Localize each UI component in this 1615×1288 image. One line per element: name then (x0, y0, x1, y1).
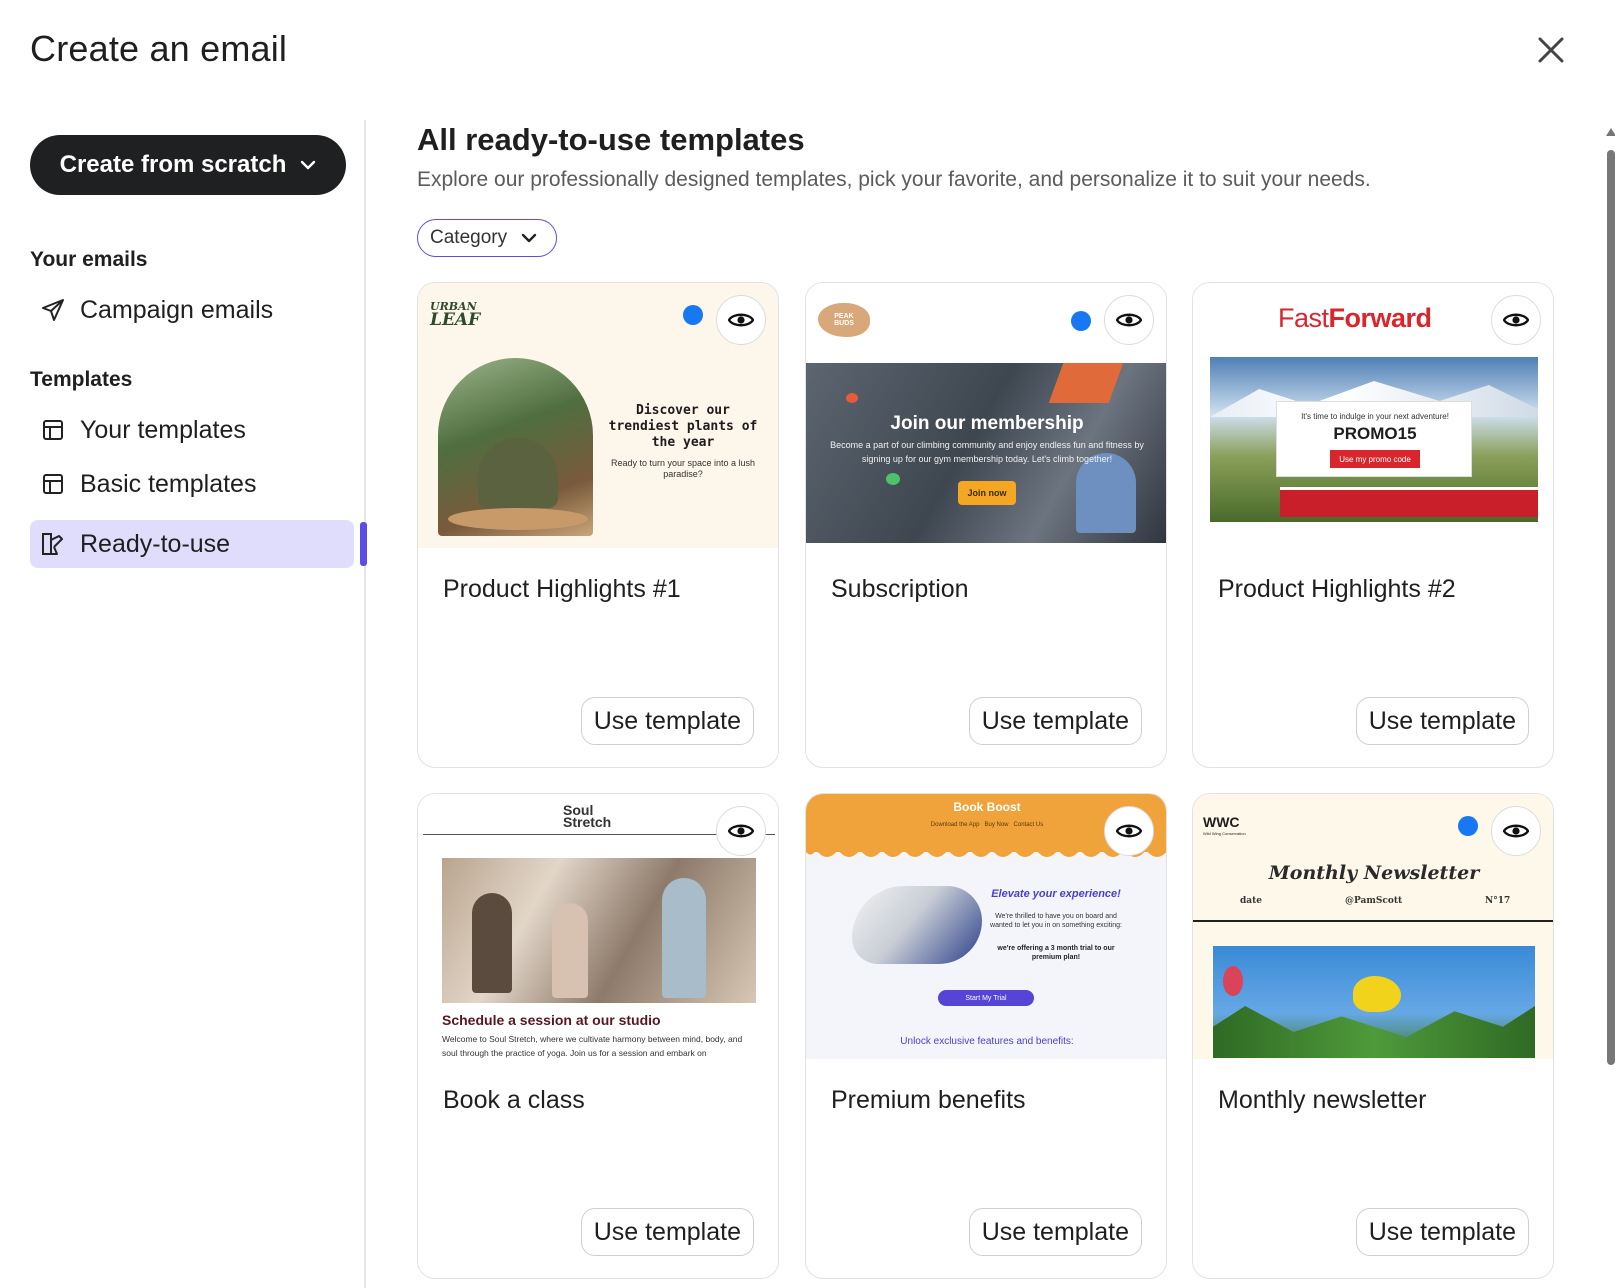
preview-button[interactable] (716, 295, 766, 345)
card-title: Premium benefits (831, 1086, 1026, 1114)
card-title: Book a class (443, 1086, 585, 1114)
page-subtitle: Explore our professionally designed temp… (417, 168, 1371, 191)
preview-handle: @PamScott (1345, 896, 1403, 906)
card-title: Product Highlights #1 (443, 575, 681, 603)
use-template-button[interactable]: Use template (1355, 1208, 1529, 1256)
template-card[interactable]: URBAN LEAF Discover our trendiest plants… (417, 282, 779, 768)
layout-icon (40, 417, 66, 443)
chevron-down-icon (521, 233, 537, 243)
template-brush-icon (40, 531, 66, 557)
use-template-button[interactable]: Use template (580, 697, 754, 745)
preview-headline: Elevate your experience! (991, 888, 1121, 900)
preview-offer: we're offering a 3 month trial to our pr… (997, 945, 1115, 961)
page-title: All ready-to-use templates (417, 122, 805, 157)
preview-button[interactable] (1104, 806, 1154, 856)
modal-title: Create an email (30, 28, 288, 69)
yoga-photo (442, 858, 756, 1003)
your-emails-heading: Your emails (30, 248, 148, 271)
preview-headline: Discover our trendiest plants of the yea… (608, 403, 758, 450)
preview-cta: Join now (958, 481, 1016, 505)
template-card[interactable]: PEAK BUDS Join our membership Become a p… (805, 282, 1167, 768)
sidebar-item-label: Basic templates (80, 469, 257, 498)
reading-photo (852, 886, 982, 964)
card-title: Subscription (831, 575, 969, 603)
bird-photo (1213, 946, 1535, 1058)
sidebar: Create from scratch Your emails Campaign… (0, 120, 367, 1288)
preview-body: Ready to turn your space into a lush par… (610, 458, 756, 479)
urban-leaf-logo: URBAN LEAF (430, 300, 481, 330)
use-template-button[interactable]: Use template (968, 697, 1142, 745)
preview-headline: Join our membership (890, 413, 1084, 434)
preview-issue: N°17 (1485, 896, 1511, 906)
preview-button[interactable] (1491, 295, 1541, 345)
sidebar-item-label: Campaign emails (80, 295, 274, 324)
eye-icon (728, 824, 754, 838)
category-label: Category (430, 227, 508, 248)
preview-body: We're thrilled to have you on board and … (990, 913, 1122, 929)
facebook-icon (683, 305, 703, 325)
climbing-photo: Join our membership Become a part of our… (806, 363, 1166, 543)
facebook-icon (1458, 816, 1478, 836)
preview-button[interactable] (1491, 806, 1541, 856)
sidebar-item-campaign-emails[interactable]: Campaign emails (30, 286, 354, 334)
promo-box: It's time to indulge in your next advent… (1276, 401, 1472, 477)
train-photo: It's time to indulge in your next advent… (1210, 357, 1538, 522)
templates-heading: Templates (30, 368, 133, 391)
preview-cta: Start My Trial (938, 990, 1034, 1006)
preview-button[interactable] (1104, 295, 1154, 345)
preview-footer: Unlock exclusive features and benefits: (900, 1036, 1074, 1047)
scrollbar-thumb[interactable] (1607, 150, 1615, 1065)
use-template-button[interactable]: Use template (1355, 697, 1529, 745)
preview-date: date (1240, 896, 1263, 906)
category-dropdown[interactable]: Category (417, 219, 557, 257)
fastforward-logo: FastForward (1278, 303, 1432, 333)
sidebar-item-basic-templates[interactable]: Basic templates (30, 460, 354, 508)
eye-icon (1503, 824, 1529, 838)
template-card[interactable]: WWC Wild Wing Conservation Monthly Newsl… (1192, 793, 1554, 1279)
plant-photo (438, 358, 593, 536)
chevron-down-icon (301, 160, 316, 170)
use-template-button[interactable]: Use template (968, 1208, 1142, 1256)
active-indicator (360, 522, 367, 566)
send-icon (40, 297, 66, 323)
layout-icon (40, 471, 66, 497)
sidebar-item-label: Your templates (80, 415, 246, 444)
eye-icon (728, 313, 754, 327)
peak-buds-logo: PEAK BUDS (818, 303, 870, 337)
card-title: Monthly newsletter (1218, 1086, 1427, 1114)
template-card[interactable]: Book Boost Download the App Buy Now Cont… (805, 793, 1167, 1279)
wwc-logo: WWC Wild Wing Conservation (1203, 814, 1246, 836)
soul-stretch-logo: Soul Stretch (563, 802, 612, 830)
use-template-button[interactable]: Use template (580, 1208, 754, 1256)
sidebar-item-label: Ready-to-use (80, 529, 231, 558)
preview-body: Welcome to Soul Stretch, where we cultiv… (442, 1034, 743, 1058)
preview-headline: Schedule a session at our studio (442, 1012, 661, 1028)
template-card[interactable]: FastForward It's time to indulge in your… (1192, 282, 1554, 768)
eye-icon (1116, 313, 1142, 327)
sidebar-item-your-templates[interactable]: Your templates (30, 406, 354, 454)
scroll-up-arrow[interactable] (1606, 128, 1615, 136)
facebook-icon (1071, 311, 1091, 331)
eye-icon (1116, 824, 1142, 838)
close-icon[interactable] (1533, 32, 1569, 68)
eye-icon (1503, 313, 1529, 327)
sidebar-item-ready-to-use[interactable]: Ready-to-use (30, 520, 354, 568)
preview-body: Become a part of our climbing community … (830, 440, 1144, 464)
preview-headline: Monthly Newsletter (1268, 862, 1480, 884)
create-from-scratch-label: Create from scratch (59, 151, 287, 178)
create-from-scratch-button[interactable]: Create from scratch (30, 135, 346, 195)
preview-button[interactable] (716, 806, 766, 856)
card-title: Product Highlights #2 (1218, 575, 1456, 603)
template-card[interactable]: Soul Stretch Schedule a session at our s… (417, 793, 779, 1279)
